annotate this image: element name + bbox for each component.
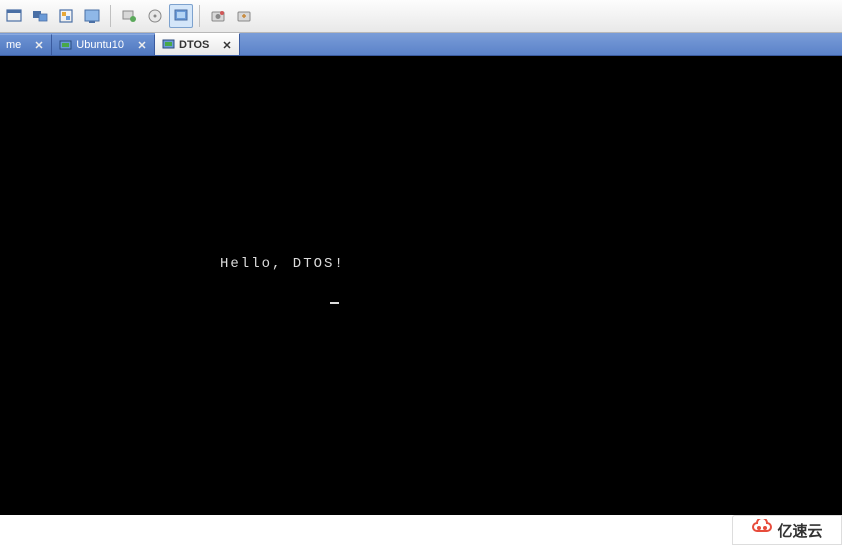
multi-monitor-icon bbox=[32, 8, 48, 24]
console-output-text: Hello, DTOS! bbox=[220, 256, 345, 272]
toolbar-fullscreen-button[interactable] bbox=[2, 4, 26, 28]
close-icon bbox=[138, 41, 146, 49]
watermark-badge: 亿速云 bbox=[732, 515, 842, 545]
tab-ubuntu[interactable]: Ubuntu10 bbox=[52, 34, 155, 55]
toolbar-unity-button[interactable] bbox=[54, 4, 78, 28]
tab-dtos[interactable]: DTOS bbox=[155, 33, 240, 55]
cloud-icon bbox=[751, 519, 773, 542]
vm-icon bbox=[161, 38, 175, 52]
toolbar-separator bbox=[110, 5, 111, 27]
toolbar-multimonitor-button[interactable] bbox=[28, 4, 52, 28]
tab-bar-filler bbox=[240, 34, 842, 55]
close-icon bbox=[35, 41, 43, 49]
toolbar-separator-2 bbox=[199, 5, 200, 27]
console-viewport: Hello, DTOS! bbox=[0, 56, 842, 545]
power-icon bbox=[121, 8, 137, 24]
tab-bar: me Ubuntu10 DTOS bbox=[0, 33, 842, 56]
tab-close-button[interactable] bbox=[136, 39, 148, 51]
fullscreen-icon bbox=[6, 8, 22, 24]
toolbar-cdrom-button[interactable] bbox=[143, 4, 167, 28]
console-icon bbox=[84, 8, 100, 24]
revert-icon bbox=[236, 8, 252, 24]
watermark-text: 亿速云 bbox=[777, 520, 822, 541]
vm-console[interactable]: Hello, DTOS! bbox=[0, 56, 842, 515]
tab-close-button[interactable] bbox=[221, 39, 233, 51]
tab-label: Ubuntu10 bbox=[76, 39, 124, 51]
cdrom-icon bbox=[147, 8, 163, 24]
toolbar-snapshot-button[interactable] bbox=[206, 4, 230, 28]
toolbar-power-button[interactable] bbox=[117, 4, 141, 28]
unity-icon bbox=[58, 8, 74, 24]
toolbar-console-button[interactable] bbox=[80, 4, 104, 28]
vm-icon bbox=[58, 38, 72, 52]
close-icon bbox=[223, 41, 231, 49]
network-icon bbox=[173, 8, 189, 24]
console-cursor bbox=[330, 302, 339, 304]
tab-label: DTOS bbox=[179, 39, 209, 51]
toolbar-network-button[interactable] bbox=[169, 4, 193, 28]
tab-label: me bbox=[6, 39, 21, 51]
tab-close-button[interactable] bbox=[33, 39, 45, 51]
snapshot-icon bbox=[210, 8, 226, 24]
toolbar-revert-button[interactable] bbox=[232, 4, 256, 28]
tab-home[interactable]: me bbox=[0, 34, 52, 55]
toolbar bbox=[0, 0, 842, 33]
